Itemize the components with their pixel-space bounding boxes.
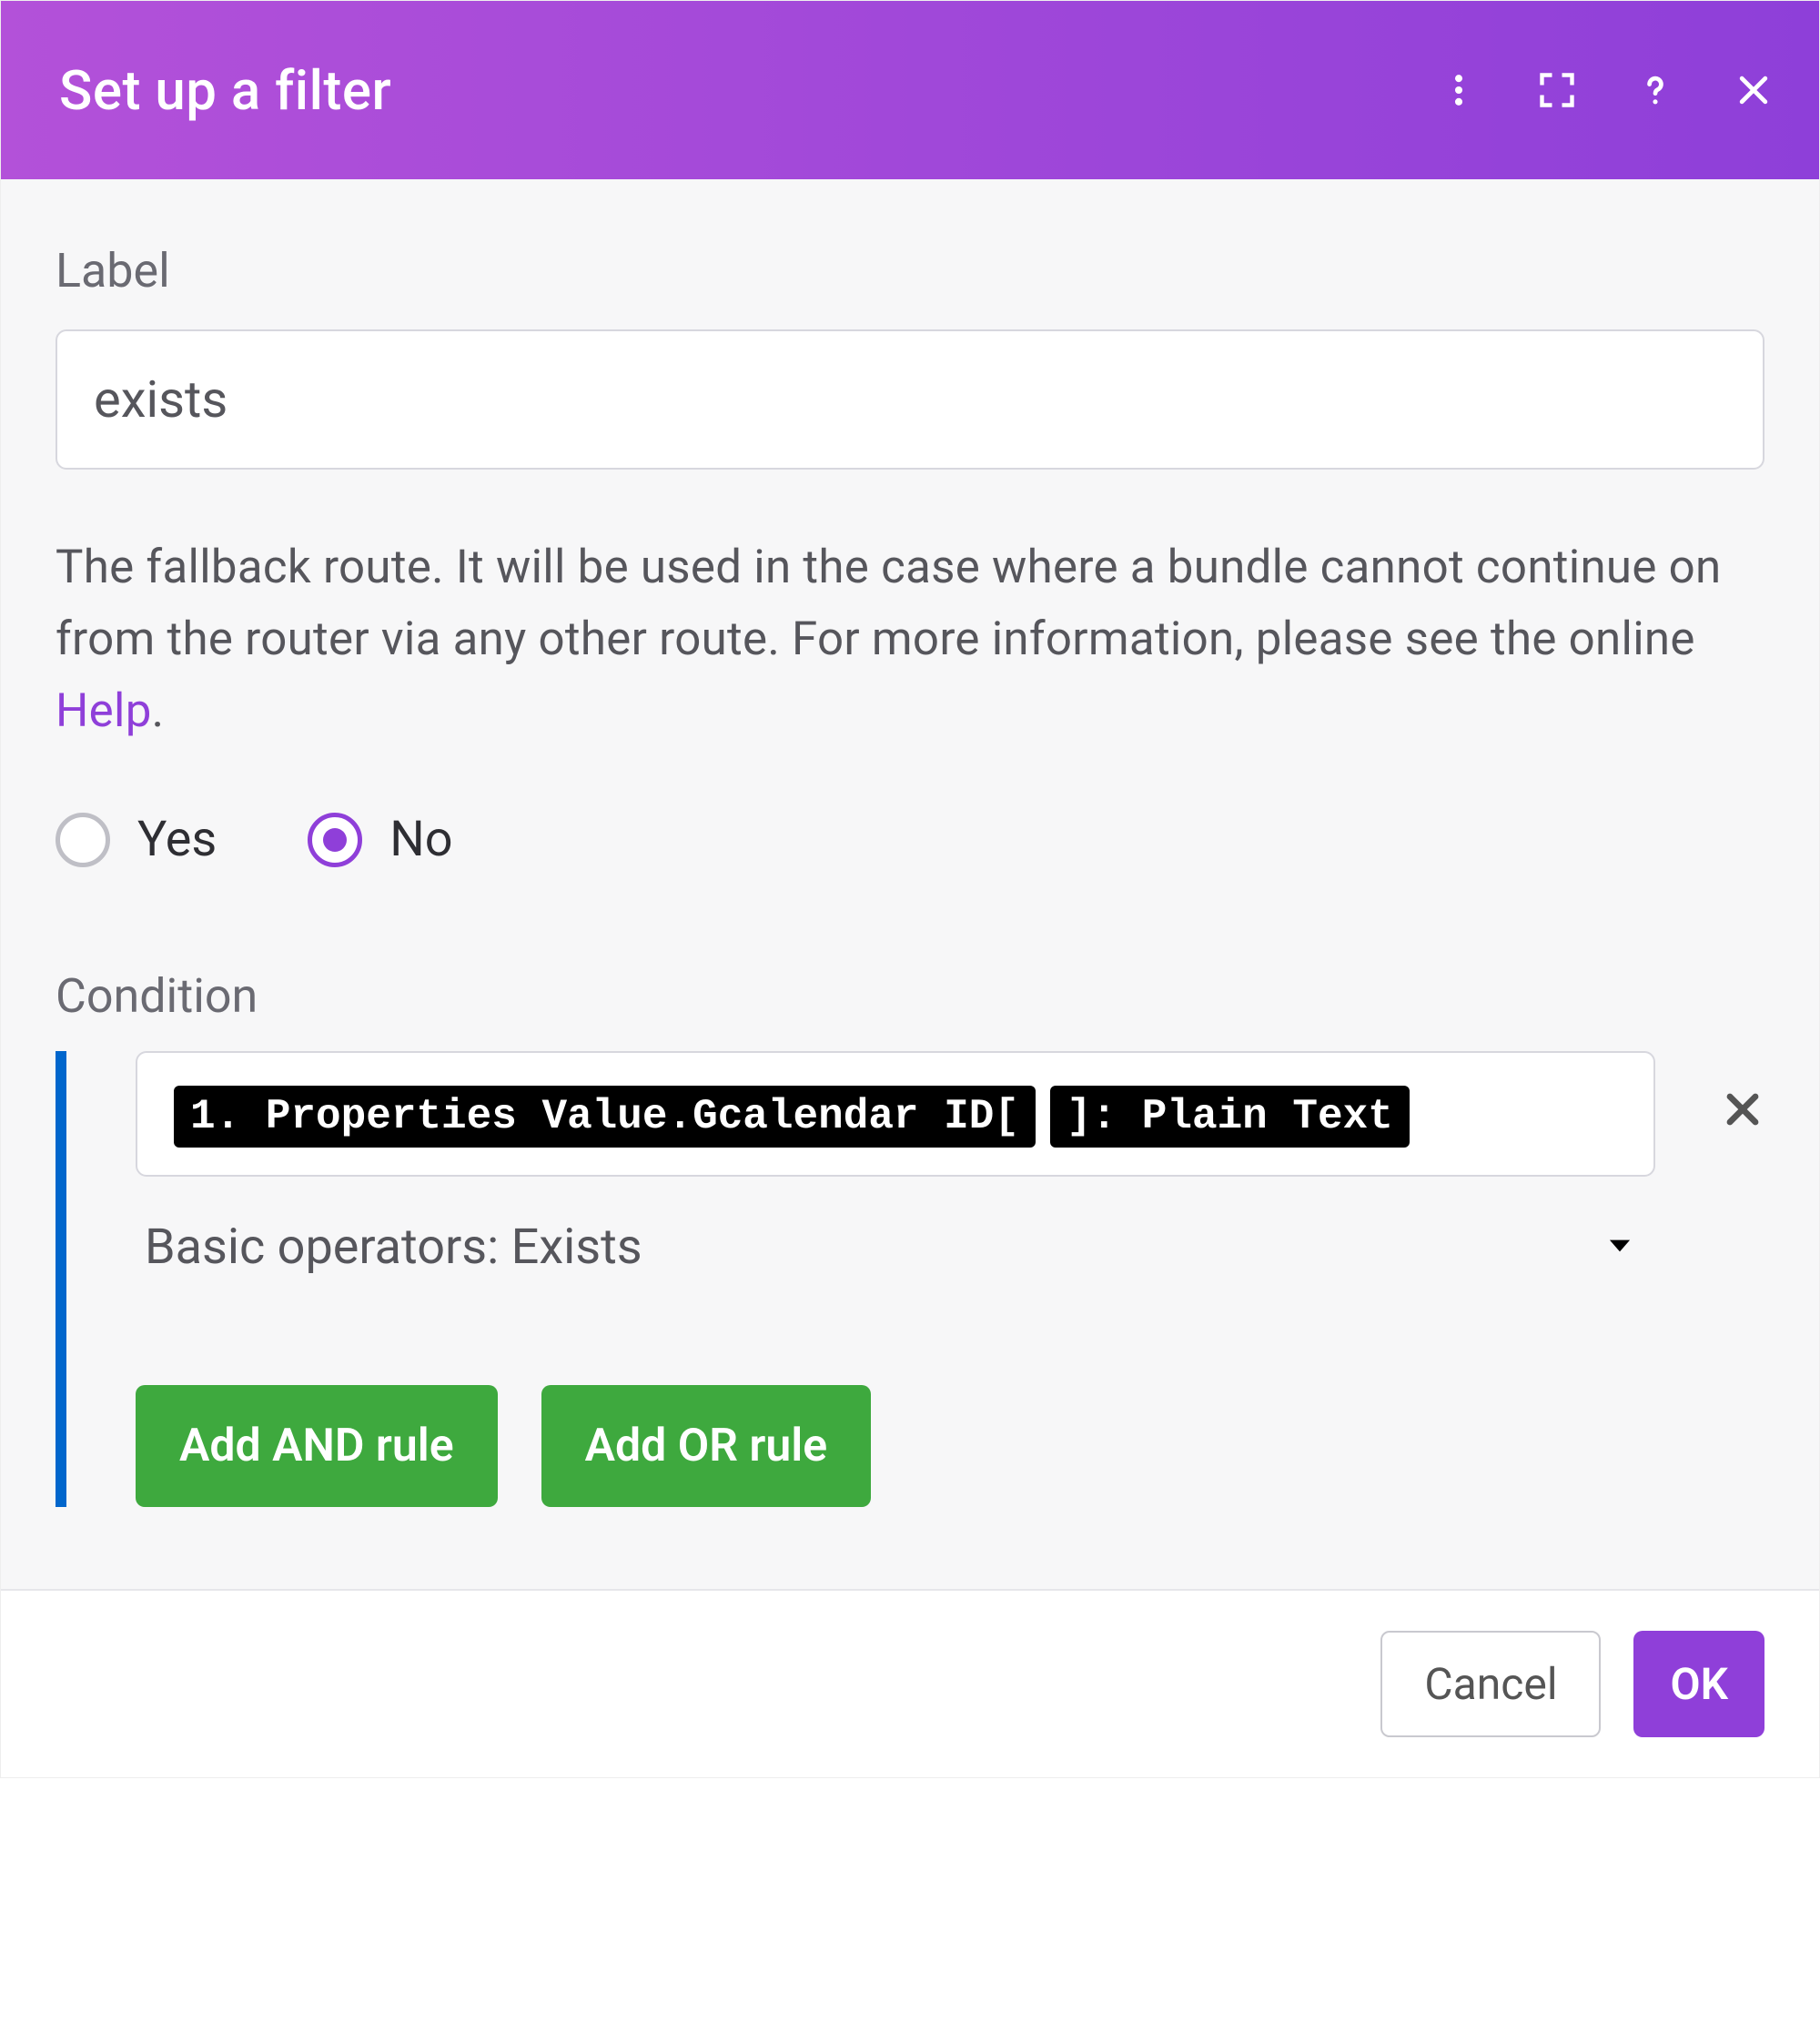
dialog-header: Set up a filter — [1, 1, 1819, 179]
help-link[interactable]: Help — [56, 684, 152, 738]
chevron-down-icon — [1603, 1229, 1637, 1267]
operator-text: Basic operators: Exists — [145, 1219, 642, 1276]
fallback-radio-group: Yes No — [56, 811, 1764, 868]
radio-icon — [308, 813, 362, 867]
operator-select[interactable]: Basic operators: Exists — [136, 1209, 1655, 1285]
radio-yes-label: Yes — [137, 811, 217, 868]
radio-yes[interactable]: Yes — [56, 811, 217, 868]
cancel-button[interactable]: Cancel — [1380, 1631, 1601, 1737]
close-icon[interactable] — [1732, 68, 1775, 112]
description-text: The fallback route. It will be used in t… — [56, 541, 1722, 666]
condition-value-input[interactable]: 1. Properties Value.Gcalendar ID[ ]: Pla… — [136, 1051, 1655, 1177]
remove-condition-icon[interactable] — [1721, 1084, 1764, 1144]
help-icon[interactable] — [1633, 68, 1677, 112]
dialog-title: Set up a filter — [59, 58, 1437, 123]
radio-no[interactable]: No — [308, 811, 452, 868]
ok-button[interactable]: OK — [1633, 1631, 1764, 1737]
label-field-label: Label — [56, 243, 1764, 298]
add-and-rule-button[interactable]: Add AND rule — [136, 1385, 498, 1507]
value-pill: 1. Properties Value.Gcalendar ID[ — [174, 1086, 1036, 1148]
condition-block: 1. Properties Value.Gcalendar ID[ ]: Pla… — [56, 1051, 1764, 1507]
description-suffix: . — [152, 684, 165, 738]
rule-buttons: Add AND rule Add OR rule — [136, 1385, 1764, 1507]
filter-dialog: Set up a filter Label — [0, 0, 1820, 1778]
expand-icon[interactable] — [1535, 68, 1579, 112]
condition-label: Condition — [56, 968, 1764, 1024]
fallback-description: The fallback route. It will be used in t… — [56, 531, 1764, 747]
dialog-footer: Cancel OK — [1, 1589, 1819, 1777]
header-actions — [1437, 68, 1775, 112]
value-pill: ]: Plain Text — [1050, 1086, 1410, 1148]
radio-icon — [56, 813, 110, 867]
radio-no-label: No — [389, 811, 452, 868]
more-icon[interactable] — [1437, 68, 1481, 112]
add-or-rule-button[interactable]: Add OR rule — [541, 1385, 872, 1507]
dialog-body: Label The fallback route. It will be use… — [1, 179, 1819, 1589]
label-input[interactable] — [56, 329, 1764, 470]
condition-value-row: 1. Properties Value.Gcalendar ID[ ]: Pla… — [136, 1051, 1764, 1177]
